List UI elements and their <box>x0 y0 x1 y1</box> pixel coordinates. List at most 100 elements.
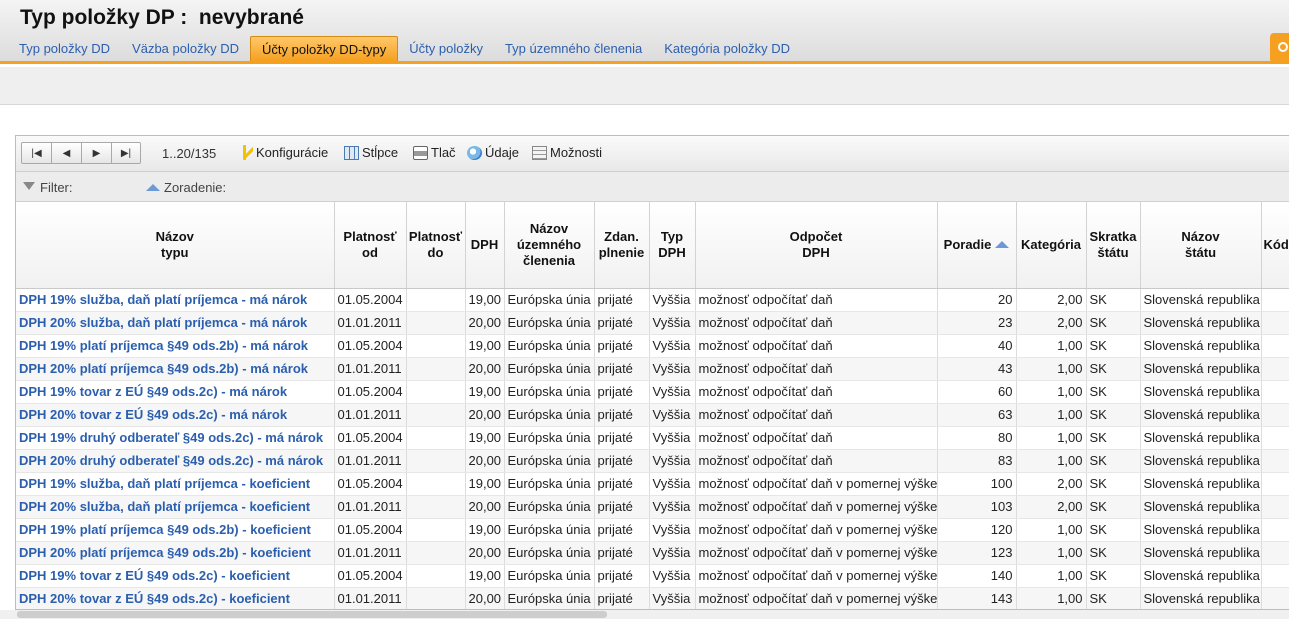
row-name-link[interactable]: DPH 19% platí príjemca §49 ods.2b) - koe… <box>16 518 335 542</box>
table-cell <box>406 495 466 519</box>
horizontal-scrollbar[interactable] <box>0 610 1289 619</box>
table-cell: 40 <box>937 334 1017 358</box>
table-cell: Európska únia <box>504 495 595 519</box>
table-cell: Európska únia <box>504 518 595 542</box>
row-name-link[interactable]: DPH 20% tovar z EÚ §49 ods.2c) - má náro… <box>16 403 335 427</box>
table-row[interactable]: DPH 19% platí príjemca §49 ods.2b) - koe… <box>16 518 1289 542</box>
table-row[interactable]: DPH 20% tovar z EÚ §49 ods.2c) - má náro… <box>16 403 1289 427</box>
row-name-link[interactable]: DPH 19% služba, daň platí príjemca - koe… <box>16 472 335 496</box>
tab-typ-polozky-dd[interactable]: Typ položky DD <box>8 36 121 61</box>
table-cell <box>406 357 466 381</box>
table-cell: Vyššia <box>649 426 696 450</box>
col-platnost-do[interactable]: Platnosť do <box>406 202 466 289</box>
table-cell: 19,00 <box>465 564 505 588</box>
row-name-link[interactable]: DPH 19% tovar z EÚ §49 ods.2c) - má náro… <box>16 380 335 404</box>
table-cell: 01.05.2004 <box>334 288 407 312</box>
table-row[interactable]: DPH 19% služba, daň platí príjemca - koe… <box>16 472 1289 496</box>
first-page-button[interactable]: |◀ <box>22 143 52 163</box>
table-cell: 20,00 <box>465 403 505 427</box>
col-nazov-uzemneho-clenenia[interactable]: Názov územného členenia <box>504 202 595 289</box>
col-skratka-statu[interactable]: Skratka štátu <box>1086 202 1141 289</box>
sub-toolbar <box>0 67 1289 105</box>
table-cell: možnosť odpočítať daň <box>695 288 938 312</box>
table-row[interactable]: DPH 20% tovar z EÚ §49 ods.2c) - koefici… <box>16 587 1289 609</box>
tab-ucty-polozky[interactable]: Účty položky <box>398 36 494 61</box>
table-cell: možnosť odpočítať daň v pomernej výške <box>695 495 938 519</box>
row-name-link[interactable]: DPH 20% druhý odberateľ §49 ods.2c) - má… <box>16 449 335 473</box>
table-row[interactable]: DPH 19% druhý odberateľ §49 ods.2c) - má… <box>16 426 1289 450</box>
table-cell: prijaté <box>594 587 650 609</box>
row-name-link[interactable]: DPH 19% platí príjemca §49 ods.2b) - má … <box>16 334 335 358</box>
filter-control[interactable]: Filter: <box>23 180 73 195</box>
table-cell: Vyššia <box>649 311 696 335</box>
table-cell <box>1261 403 1289 427</box>
stlpce-button[interactable]: Stĺpce <box>344 145 398 160</box>
col-poradie[interactable]: Poradie <box>937 202 1017 289</box>
table-cell <box>1261 541 1289 565</box>
table-row[interactable]: DPH 20% služba, daň platí príjemca - koe… <box>16 495 1289 519</box>
row-name-link[interactable]: DPH 19% druhý odberateľ §49 ods.2c) - má… <box>16 426 335 450</box>
table-row[interactable]: DPH 19% tovar z EÚ §49 ods.2c) - koefici… <box>16 564 1289 588</box>
page-title: Typ položky DP : nevybrané <box>20 6 304 29</box>
table-row[interactable]: DPH 19% služba, daň platí príjemca - má … <box>16 288 1289 312</box>
prev-page-button[interactable]: ◀ <box>52 143 82 163</box>
table-row[interactable]: DPH 20% platí príjemca §49 ods.2b) - koe… <box>16 541 1289 565</box>
table-row[interactable]: DPH 19% platí príjemca §49 ods.2b) - má … <box>16 334 1289 358</box>
table-cell: 01.01.2011 <box>334 311 407 335</box>
scrollbar-thumb[interactable] <box>17 611 607 618</box>
table-row[interactable]: DPH 20% druhý odberateľ §49 ods.2c) - má… <box>16 449 1289 473</box>
tab-vazba-polozky-dd[interactable]: Väzba položky DD <box>121 36 250 61</box>
table-cell: 103 <box>937 495 1017 519</box>
konfiguracie-button[interactable]: Konfigurácie <box>243 145 328 160</box>
row-name-link[interactable]: DPH 19% tovar z EÚ §49 ods.2c) - koefici… <box>16 564 335 588</box>
table-cell: Európska únia <box>504 564 595 588</box>
col-kategoria[interactable]: Kategória <box>1016 202 1087 289</box>
table-cell: SK <box>1086 380 1141 404</box>
tab-ucty-polozky-dd-typy[interactable]: Účty položky DD-typy <box>250 36 399 61</box>
table-cell: 20,00 <box>465 311 505 335</box>
table-cell <box>406 426 466 450</box>
table-cell: Vyššia <box>649 541 696 565</box>
table-cell <box>406 541 466 565</box>
table-cell: možnosť odpočítať daň <box>695 357 938 381</box>
options-icon <box>532 145 547 160</box>
table-cell: Slovenská republika <box>1140 403 1262 427</box>
row-name-link[interactable]: DPH 20% tovar z EÚ §49 ods.2c) - koefici… <box>16 587 335 609</box>
col-nazov-statu[interactable]: Názov štátu <box>1140 202 1262 289</box>
next-page-button[interactable]: ▶ <box>82 143 112 163</box>
table-cell: 20 <box>937 288 1017 312</box>
col-nazov-typu[interactable]: Názov typu <box>16 202 335 289</box>
konfiguracie-label: Konfigurácie <box>256 145 329 160</box>
table-cell <box>406 380 466 404</box>
col-typ-dph[interactable]: Typ DPH <box>649 202 696 289</box>
row-name-link[interactable]: DPH 20% služba, daň platí príjemca - koe… <box>16 495 335 519</box>
sort-control[interactable]: Zoradenie: <box>146 180 226 195</box>
tab-kategoria-polozky-dd[interactable]: Kategória položky DD <box>653 36 801 61</box>
col-dph[interactable]: DPH <box>465 202 505 289</box>
table-cell: prijaté <box>594 288 650 312</box>
row-name-link[interactable]: DPH 20% platí príjemca §49 ods.2b) - koe… <box>16 541 335 565</box>
col-zdan-plnenie[interactable]: Zdan. plnenie <box>594 202 650 289</box>
table-row[interactable]: DPH 20% platí príjemca §49 ods.2b) - má … <box>16 357 1289 381</box>
tlac-button[interactable]: Tlač <box>413 145 456 160</box>
table-cell: prijaté <box>594 472 650 496</box>
table-row[interactable]: DPH 20% služba, daň platí príjemca - má … <box>16 311 1289 335</box>
tab-typ-uzemneho-clenenia[interactable]: Typ územného členenia <box>494 36 653 61</box>
row-name-link[interactable]: DPH 19% služba, daň platí príjemca - má … <box>16 288 335 312</box>
moznosti-button[interactable]: Možnosti <box>532 145 602 160</box>
row-name-link[interactable]: DPH 20% služba, daň platí príjemca - má … <box>16 311 335 335</box>
table-row[interactable]: DPH 19% tovar z EÚ §49 ods.2c) - má náro… <box>16 380 1289 404</box>
last-page-button[interactable]: ▶| <box>112 143 140 163</box>
col-platnost-od[interactable]: Platnosť od <box>334 202 407 289</box>
udaje-button[interactable]: Údaje <box>467 145 519 160</box>
table-cell: 01.05.2004 <box>334 380 407 404</box>
table-cell <box>1261 587 1289 609</box>
col-kod[interactable]: Kód <box>1261 202 1289 289</box>
search-button[interactable] <box>1270 33 1289 63</box>
table-cell: 01.05.2004 <box>334 518 407 542</box>
row-name-link[interactable]: DPH 20% platí príjemca §49 ods.2b) - má … <box>16 357 335 381</box>
table-cell <box>406 564 466 588</box>
table-cell: Slovenská republika <box>1140 357 1262 381</box>
col-odpocet-dph[interactable]: Odpočet DPH <box>695 202 938 289</box>
table-cell: 01.01.2011 <box>334 357 407 381</box>
